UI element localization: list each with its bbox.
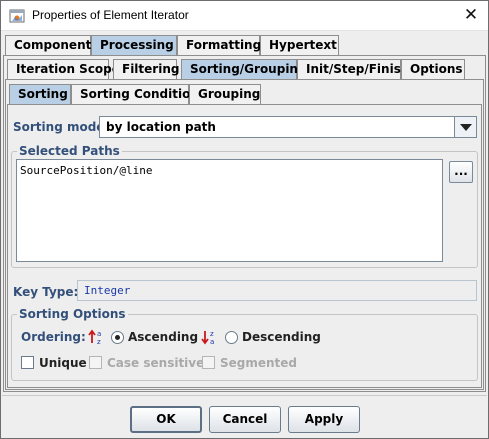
app-window-icon bbox=[9, 9, 25, 23]
selected-paths-textarea[interactable]: SourcePosition/@line bbox=[16, 159, 443, 262]
sorting-mode-label: Sorting mode: bbox=[13, 120, 110, 134]
selected-path-text: SourcePosition/@line bbox=[20, 164, 153, 177]
descending-radio[interactable] bbox=[225, 331, 238, 344]
sorting-options-group: Sorting Options bbox=[11, 307, 478, 381]
sort-ascending-icon: a z bbox=[88, 329, 101, 345]
tab-iteration-scope[interactable]: Iteration Scope bbox=[7, 59, 120, 79]
title-bar[interactable]: Properties of Element Iterator ✕ bbox=[1, 1, 488, 31]
browse-paths-button[interactable]: ... bbox=[449, 161, 473, 183]
sorting-mode-select[interactable]: by location path bbox=[99, 116, 477, 138]
segmented-label: Segmented bbox=[220, 356, 298, 370]
key-type-value: Integer bbox=[84, 284, 131, 297]
tab-hypertext[interactable]: Hypertext bbox=[260, 35, 339, 55]
tab-formatting[interactable]: Formatting bbox=[177, 35, 261, 55]
svg-text:z: z bbox=[210, 330, 214, 338]
tab-sorting-condition[interactable]: Sorting Condition bbox=[71, 84, 199, 104]
ascending-radio[interactable] bbox=[111, 331, 124, 344]
svg-text:a: a bbox=[210, 338, 214, 345]
ascending-label[interactable]: Ascending bbox=[128, 330, 198, 344]
case-sensitive-label: Case sensitive bbox=[107, 356, 205, 370]
sort-descending-icon: z a bbox=[201, 330, 214, 345]
button-separator bbox=[2, 395, 487, 396]
sorting-options-title: Sorting Options bbox=[17, 307, 128, 321]
cancel-button[interactable]: Cancel bbox=[209, 406, 281, 433]
tab-processing[interactable]: Processing bbox=[91, 35, 177, 55]
tab-filtering[interactable]: Filtering bbox=[113, 59, 179, 79]
selected-paths-title: Selected Paths bbox=[17, 144, 122, 158]
tab-component[interactable]: Component bbox=[5, 35, 91, 55]
tab-init-step-finish[interactable]: Init/Step/Finish bbox=[297, 59, 409, 79]
tab-grouping[interactable]: Grouping bbox=[189, 84, 261, 104]
segmented-checkbox[interactable] bbox=[202, 356, 215, 369]
key-type-field: Integer bbox=[77, 280, 477, 301]
apply-button[interactable]: Apply bbox=[288, 406, 360, 433]
tab-options[interactable]: Options bbox=[401, 59, 465, 79]
properties-dialog: Properties of Element Iterator ✕ Compone… bbox=[0, 0, 489, 439]
tab-sorting-grouping[interactable]: Sorting/Grouping bbox=[181, 59, 307, 79]
unique-label[interactable]: Unique bbox=[39, 356, 87, 370]
case-sensitive-checkbox[interactable] bbox=[89, 356, 102, 369]
ok-button[interactable]: OK bbox=[130, 406, 202, 433]
svg-text:a: a bbox=[97, 330, 101, 338]
svg-text:z: z bbox=[97, 338, 101, 345]
sorting-mode-value: by location path bbox=[106, 120, 216, 134]
window-title: Properties of Element Iterator bbox=[32, 8, 189, 22]
unique-checkbox[interactable] bbox=[21, 356, 34, 369]
ordering-label: Ordering: bbox=[21, 330, 86, 344]
tab-sorting[interactable]: Sorting bbox=[9, 84, 71, 104]
key-type-label: Key Type: bbox=[13, 285, 79, 299]
chevron-down-icon[interactable] bbox=[454, 117, 476, 137]
close-icon[interactable]: ✕ bbox=[454, 1, 488, 30]
descending-label[interactable]: Descending bbox=[242, 330, 321, 344]
